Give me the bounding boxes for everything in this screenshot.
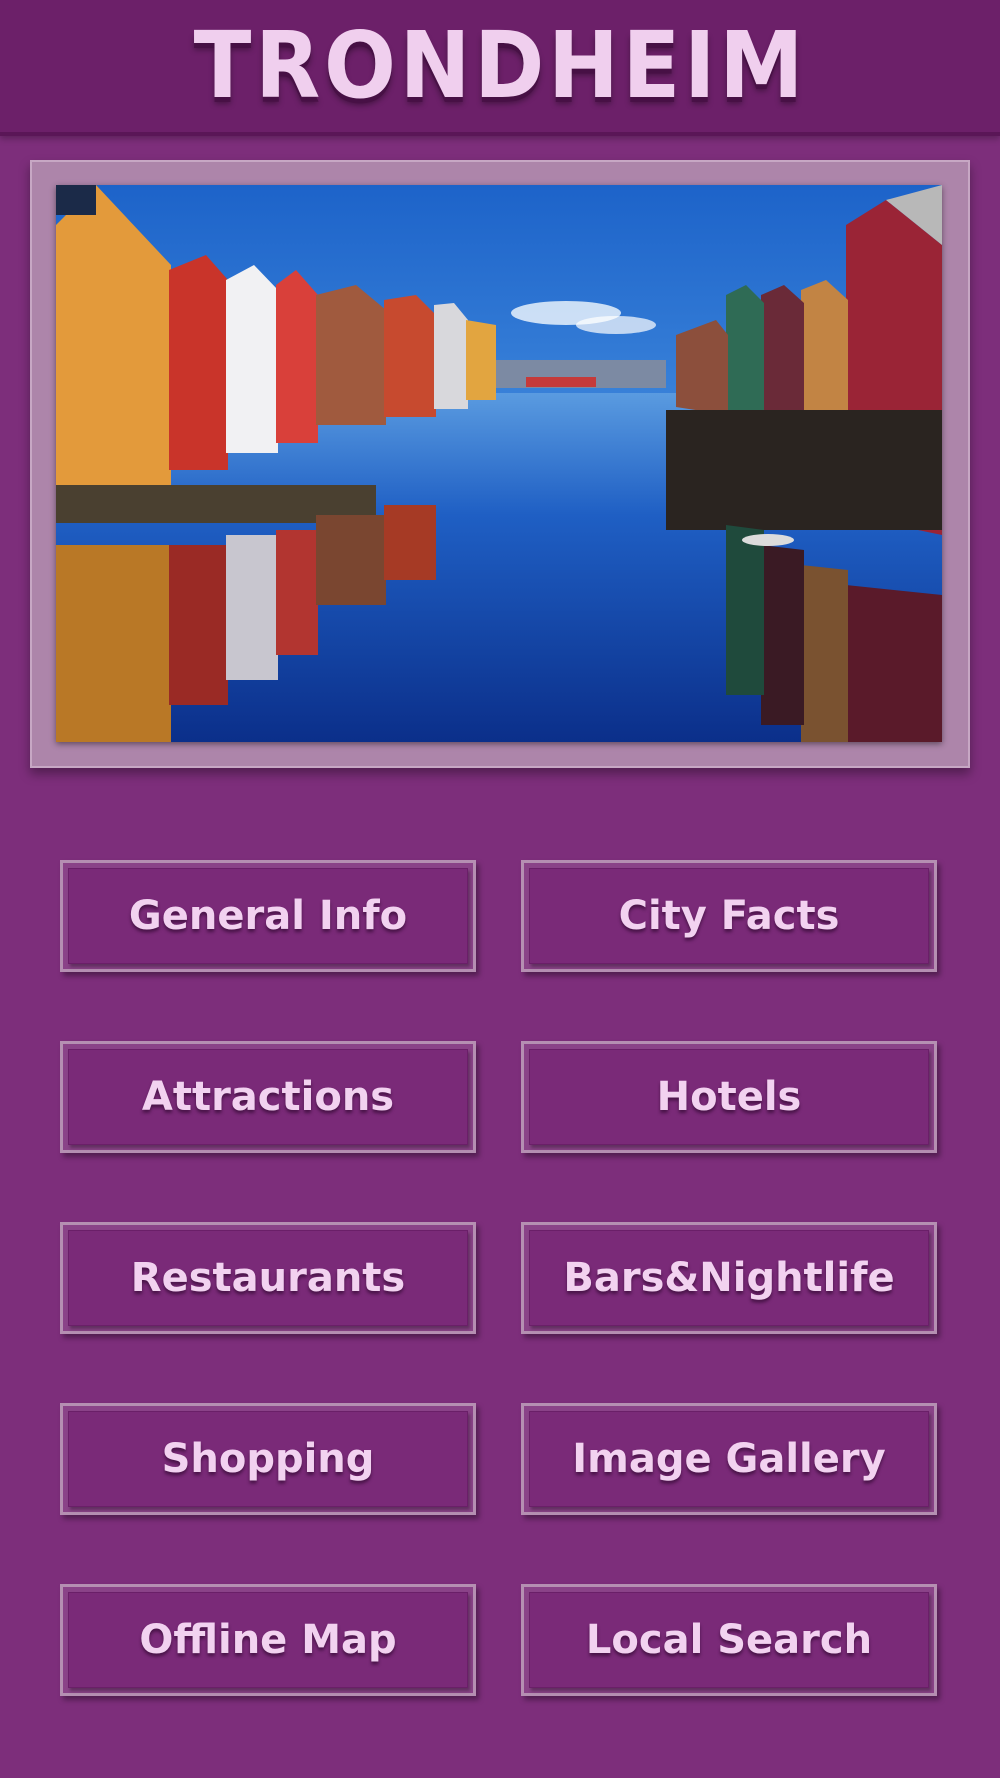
button-face: Hotels [529, 1049, 929, 1145]
attractions-button[interactable]: Attractions [60, 1041, 476, 1153]
button-face: Shopping [68, 1411, 468, 1507]
restaurants-button[interactable]: Restaurants [60, 1222, 476, 1334]
app-header: TRONDHEIM [0, 0, 1000, 136]
image-gallery-button[interactable]: Image Gallery [521, 1403, 937, 1515]
restaurants-label: Restaurants [130, 1255, 406, 1301]
hotels-label: Hotels [656, 1074, 802, 1120]
button-face: Offline Map [68, 1592, 468, 1688]
shopping-button[interactable]: Shopping [60, 1403, 476, 1515]
shopping-label: Shopping [161, 1436, 375, 1482]
local-search-button[interactable]: Local Search [521, 1584, 937, 1696]
button-face: Bars&Nightlife [529, 1230, 929, 1326]
button-face: Restaurants [68, 1230, 468, 1326]
attractions-label: Attractions [141, 1074, 395, 1120]
hero-image [56, 185, 942, 742]
image-gallery-label: Image Gallery [572, 1436, 886, 1482]
offline-map-button[interactable]: Offline Map [60, 1584, 476, 1696]
bars-nightlife-button[interactable]: Bars&Nightlife [521, 1222, 937, 1334]
app-screen: TRONDHEIM General Info City Facts Attrac… [0, 0, 1000, 1778]
app-title: TRONDHEIM [193, 12, 807, 119]
button-face: City Facts [529, 868, 929, 964]
general-info-button[interactable]: General Info [60, 860, 476, 972]
button-face: Local Search [529, 1592, 929, 1688]
city-facts-button[interactable]: City Facts [521, 860, 937, 972]
city-facts-label: City Facts [618, 893, 840, 939]
button-face: Image Gallery [529, 1411, 929, 1507]
hotels-button[interactable]: Hotels [521, 1041, 937, 1153]
offline-map-label: Offline Map [139, 1617, 397, 1663]
local-search-label: Local Search [585, 1617, 873, 1663]
bars-nightlife-label: Bars&Nightlife [563, 1255, 895, 1301]
button-face: General Info [68, 868, 468, 964]
general-info-label: General Info [128, 893, 408, 939]
button-face: Attractions [68, 1049, 468, 1145]
